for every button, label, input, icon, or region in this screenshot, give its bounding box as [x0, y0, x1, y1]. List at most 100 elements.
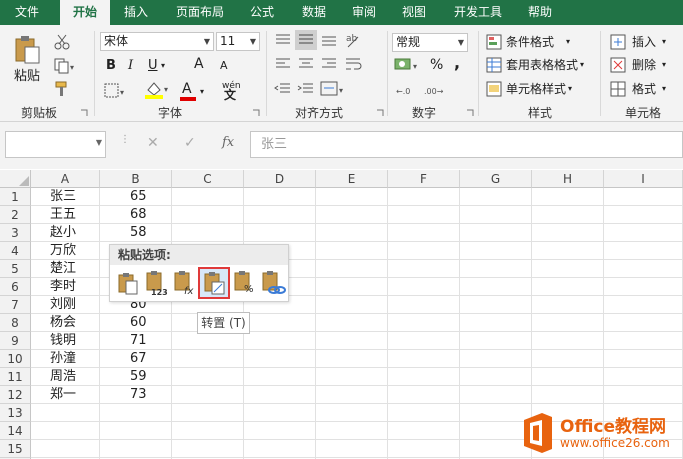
- number-format-combo[interactable]: 常规 ▼: [392, 33, 468, 52]
- copy-icon[interactable]: ▾: [54, 58, 76, 74]
- orientation-icon[interactable]: ab: [344, 31, 364, 51]
- cell-b8[interactable]: 60: [130, 314, 147, 332]
- column-header-i[interactable]: I: [604, 170, 683, 188]
- cell-a8[interactable]: 杨会: [50, 314, 76, 332]
- cell-b12[interactable]: 73: [130, 386, 147, 404]
- align-left-icon[interactable]: [274, 57, 292, 71]
- tab-file[interactable]: 文件: [6, 0, 48, 25]
- row-header-8[interactable]: 8: [0, 314, 31, 332]
- column-header-a[interactable]: A: [31, 170, 100, 188]
- name-box[interactable]: ▼: [5, 131, 106, 158]
- row-header-1[interactable]: 1: [0, 188, 31, 206]
- cell-a4[interactable]: 万欣: [50, 242, 76, 260]
- paste-option-link[interactable]: [260, 270, 286, 296]
- tab-view[interactable]: 视图: [394, 0, 434, 25]
- paste-option-values[interactable]: 123: [144, 270, 170, 297]
- row-header-14[interactable]: 14: [0, 422, 31, 440]
- cell-a3[interactable]: 赵小: [50, 224, 76, 242]
- row-header-5[interactable]: 5: [0, 260, 31, 278]
- column-header-b[interactable]: B: [100, 170, 172, 188]
- fill-color-icon[interactable]: ▾: [144, 80, 170, 100]
- row-header-11[interactable]: 11: [0, 368, 31, 386]
- font-size-combo[interactable]: 11 ▼: [216, 32, 260, 51]
- column-header-e[interactable]: E: [316, 170, 388, 188]
- cell-b1[interactable]: 65: [130, 188, 147, 206]
- row-header-3[interactable]: 3: [0, 224, 31, 242]
- tab-review[interactable]: 审阅: [344, 0, 384, 25]
- underline-button[interactable]: U: [148, 58, 158, 74]
- decrease-decimal-icon[interactable]: .00→: [424, 83, 446, 97]
- dialog-launcher-icon[interactable]: [376, 109, 384, 117]
- cell-b3[interactable]: 58: [130, 224, 147, 242]
- align-center-icon[interactable]: [297, 57, 315, 71]
- row-header-13[interactable]: 13: [0, 404, 31, 422]
- cell-a1[interactable]: 张三: [50, 188, 76, 206]
- row-header-7[interactable]: 7: [0, 296, 31, 314]
- percent-style-button[interactable]: %: [430, 57, 443, 73]
- cut-icon[interactable]: [54, 34, 70, 50]
- cell-a9[interactable]: 钱明: [50, 332, 76, 350]
- align-right-icon[interactable]: [320, 57, 338, 71]
- grow-font-button[interactable]: A: [194, 56, 204, 72]
- cell-a10[interactable]: 孙潼: [50, 350, 76, 368]
- cell-a12[interactable]: 郑一: [50, 386, 76, 404]
- column-header-d[interactable]: D: [244, 170, 316, 188]
- dialog-launcher-icon[interactable]: [252, 109, 260, 117]
- cell-b9[interactable]: 71: [130, 332, 147, 350]
- tab-page-layout[interactable]: 页面布局: [170, 0, 230, 25]
- row-header-4[interactable]: 4: [0, 242, 31, 260]
- bold-button[interactable]: B: [106, 58, 116, 74]
- wrap-text-icon[interactable]: [344, 57, 364, 71]
- format-cells-button[interactable]: 格式 ▾: [610, 80, 680, 98]
- row-header-10[interactable]: 10: [0, 350, 31, 368]
- row-header-6[interactable]: 6: [0, 278, 31, 296]
- enter-icon[interactable]: ✓: [184, 135, 196, 151]
- row-header-12[interactable]: 12: [0, 386, 31, 404]
- phonetic-guide-icon[interactable]: 文: [224, 87, 236, 103]
- cell-a6[interactable]: 李时: [50, 278, 76, 296]
- row-header-9[interactable]: 9: [0, 332, 31, 350]
- cell-b10[interactable]: 67: [130, 350, 147, 368]
- chevron-down-icon[interactable]: ▼: [96, 138, 102, 147]
- decrease-indent-icon[interactable]: [274, 82, 292, 96]
- cell-b11[interactable]: 59: [130, 368, 147, 386]
- paste-button[interactable]: 粘贴: [8, 29, 48, 95]
- tab-data[interactable]: 数据: [294, 0, 334, 25]
- cell-a7[interactable]: 刘刚: [50, 296, 76, 314]
- column-header-f[interactable]: F: [388, 170, 460, 188]
- insert-cells-button[interactable]: 插入 ▾: [610, 33, 680, 51]
- align-top-icon[interactable]: [274, 33, 292, 47]
- align-bottom-icon[interactable]: [320, 33, 338, 47]
- underline-dropdown-icon[interactable]: ▾: [161, 58, 165, 74]
- accounting-format-icon[interactable]: ▾: [394, 56, 422, 74]
- column-header-g[interactable]: G: [460, 170, 532, 188]
- row-header-15[interactable]: 15: [0, 440, 31, 458]
- merge-center-icon[interactable]: ▾: [320, 81, 346, 97]
- format-as-table-button[interactable]: 套用表格格式 ▾: [486, 56, 596, 74]
- font-color-button[interactable]: A: [180, 81, 200, 101]
- chevron-down-icon[interactable]: ▾: [200, 84, 204, 100]
- cell-a5[interactable]: 楚江: [50, 260, 76, 278]
- font-name-combo[interactable]: 宋体 ▼: [100, 32, 214, 51]
- shrink-font-button[interactable]: A: [220, 58, 228, 74]
- delete-cells-button[interactable]: 删除 ▾: [610, 56, 680, 74]
- cell-a11[interactable]: 周浩: [50, 368, 76, 386]
- increase-decimal-icon[interactable]: ←.0: [396, 83, 418, 97]
- comma-style-button[interactable]: ,: [454, 55, 460, 71]
- border-icon[interactable]: ▾: [104, 83, 126, 99]
- select-all-corner[interactable]: [0, 170, 31, 188]
- cancel-icon[interactable]: ✕: [147, 135, 159, 151]
- dialog-launcher-icon[interactable]: [466, 109, 474, 117]
- format-painter-icon[interactable]: [54, 81, 70, 97]
- formula-input[interactable]: 张三: [250, 131, 683, 158]
- column-header-c[interactable]: C: [172, 170, 244, 188]
- column-header-h[interactable]: H: [532, 170, 604, 188]
- tab-insert[interactable]: 插入: [116, 0, 156, 25]
- paste-option-formatting[interactable]: %: [232, 270, 258, 296]
- tab-formulas[interactable]: 公式: [242, 0, 282, 25]
- increase-indent-icon[interactable]: [297, 82, 315, 96]
- paste-option-transpose[interactable]: [198, 267, 230, 299]
- dialog-launcher-icon[interactable]: [80, 109, 88, 117]
- cell-styles-button[interactable]: 单元格样式 ▾: [486, 80, 586, 98]
- insert-function-icon[interactable]: fx: [222, 135, 234, 150]
